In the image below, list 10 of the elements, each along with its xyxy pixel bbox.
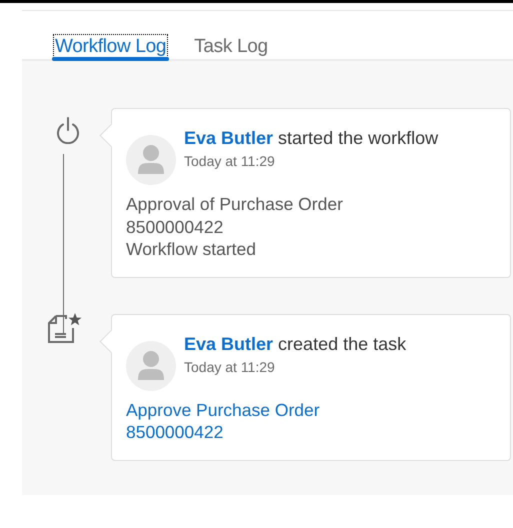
detail-text: 8500000422 [126,216,224,238]
timestamp: Today at 11:29 [184,358,276,376]
tab[interactable]: Task Log [191,11,271,59]
log-message: Eva Butler created the task [184,332,406,356]
log-message: Eva Butler started the workflow [184,127,438,150]
tab[interactable]: Workflow Log [52,11,170,59]
detail-text: Workflow started [126,238,257,260]
timestamp: Today at 11:29 [184,152,276,170]
task-link[interactable]: Approve Purchase Order 8500000422 [126,398,406,444]
detail-text: Approval of Purchase Order [126,193,344,216]
